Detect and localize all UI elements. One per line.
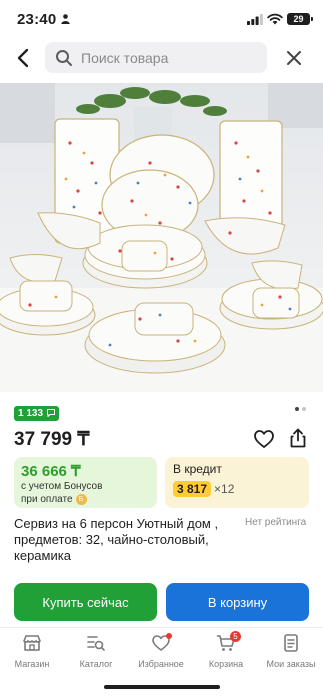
home-indicator — [104, 685, 220, 689]
close-icon — [287, 51, 301, 65]
add-to-cart-button[interactable]: В корзину — [166, 583, 309, 621]
product-photo — [0, 83, 323, 392]
close-button[interactable] — [279, 43, 309, 73]
catalog-icon — [87, 636, 105, 651]
nav-item-cart[interactable]: 5 Корзина — [194, 631, 258, 678]
search-input[interactable] — [81, 49, 251, 66]
cart-count-badge: 5 — [230, 631, 241, 642]
nav-label-catalog: Каталог — [79, 659, 113, 669]
credit-title: В кредит — [173, 462, 222, 476]
shop-icon — [23, 635, 41, 651]
product-title: Сервиз на 6 персон Уютный дом , предмето… — [14, 516, 219, 563]
nav-label-cart: Корзина — [208, 659, 244, 669]
credit-row: 3 817 ×12 — [173, 481, 301, 497]
credit-card[interactable]: В кредит 3 817 ×12 — [165, 457, 309, 508]
search-header — [0, 38, 323, 80]
bonus-price: 36 666 ₸ — [21, 463, 81, 480]
nav-item-catalog[interactable]: Каталог — [64, 633, 128, 678]
bonus-text-row: при оплате Б — [21, 494, 150, 506]
search-icon — [56, 49, 72, 66]
comment-icon — [46, 409, 55, 418]
nav-label-orders: Мои заказы — [266, 659, 316, 669]
gallery-dot-active — [295, 407, 299, 411]
person-icon — [61, 14, 70, 24]
bonus-text-line1: с учетом Бонусов — [21, 481, 103, 492]
nav-label-shop: Магазин — [14, 659, 50, 669]
share-icon[interactable] — [287, 427, 309, 449]
favorites-dot — [166, 633, 172, 639]
battery-indicator: 29 — [287, 13, 313, 25]
wifi-icon — [267, 13, 283, 25]
nav-item-orders[interactable]: Мои заказы — [259, 633, 323, 678]
orders-icon — [284, 634, 298, 652]
status-time: 23:40 — [17, 11, 57, 28]
gallery-pagination — [295, 407, 306, 411]
reviews-count-badge[interactable]: 1 133 — [14, 406, 59, 421]
heart-icon[interactable] — [253, 428, 275, 450]
bonus-text-line2: при оплате — [21, 494, 73, 506]
search-field[interactable] — [45, 42, 267, 73]
credit-months: ×12 — [214, 482, 235, 496]
credit-amount: 3 817 — [173, 481, 212, 497]
bonus-price-card[interactable]: 36 666 ₸ с учетом Бонусов при оплате Б — [14, 457, 157, 508]
bonus-coin-icon: Б — [75, 494, 87, 505]
nav-item-favorites[interactable]: Избранное — [129, 633, 193, 678]
product-image[interactable] — [0, 83, 323, 392]
nav-label-favorites: Избранное — [138, 659, 184, 669]
chevron-left-icon — [17, 48, 29, 68]
nav-item-shop[interactable]: Магазин — [0, 633, 64, 678]
buy-now-button[interactable]: Купить сейчас — [14, 583, 157, 621]
rating-text[interactable]: Нет рейтинга — [245, 517, 306, 528]
status-bar: 23:40 29 — [0, 0, 323, 38]
signal-icon — [247, 14, 263, 25]
reviews-count: 1 133 — [18, 408, 44, 419]
gallery-dot — [302, 407, 306, 411]
back-button[interactable] — [10, 44, 36, 72]
product-price: 37 799 ₸ — [14, 429, 90, 450]
